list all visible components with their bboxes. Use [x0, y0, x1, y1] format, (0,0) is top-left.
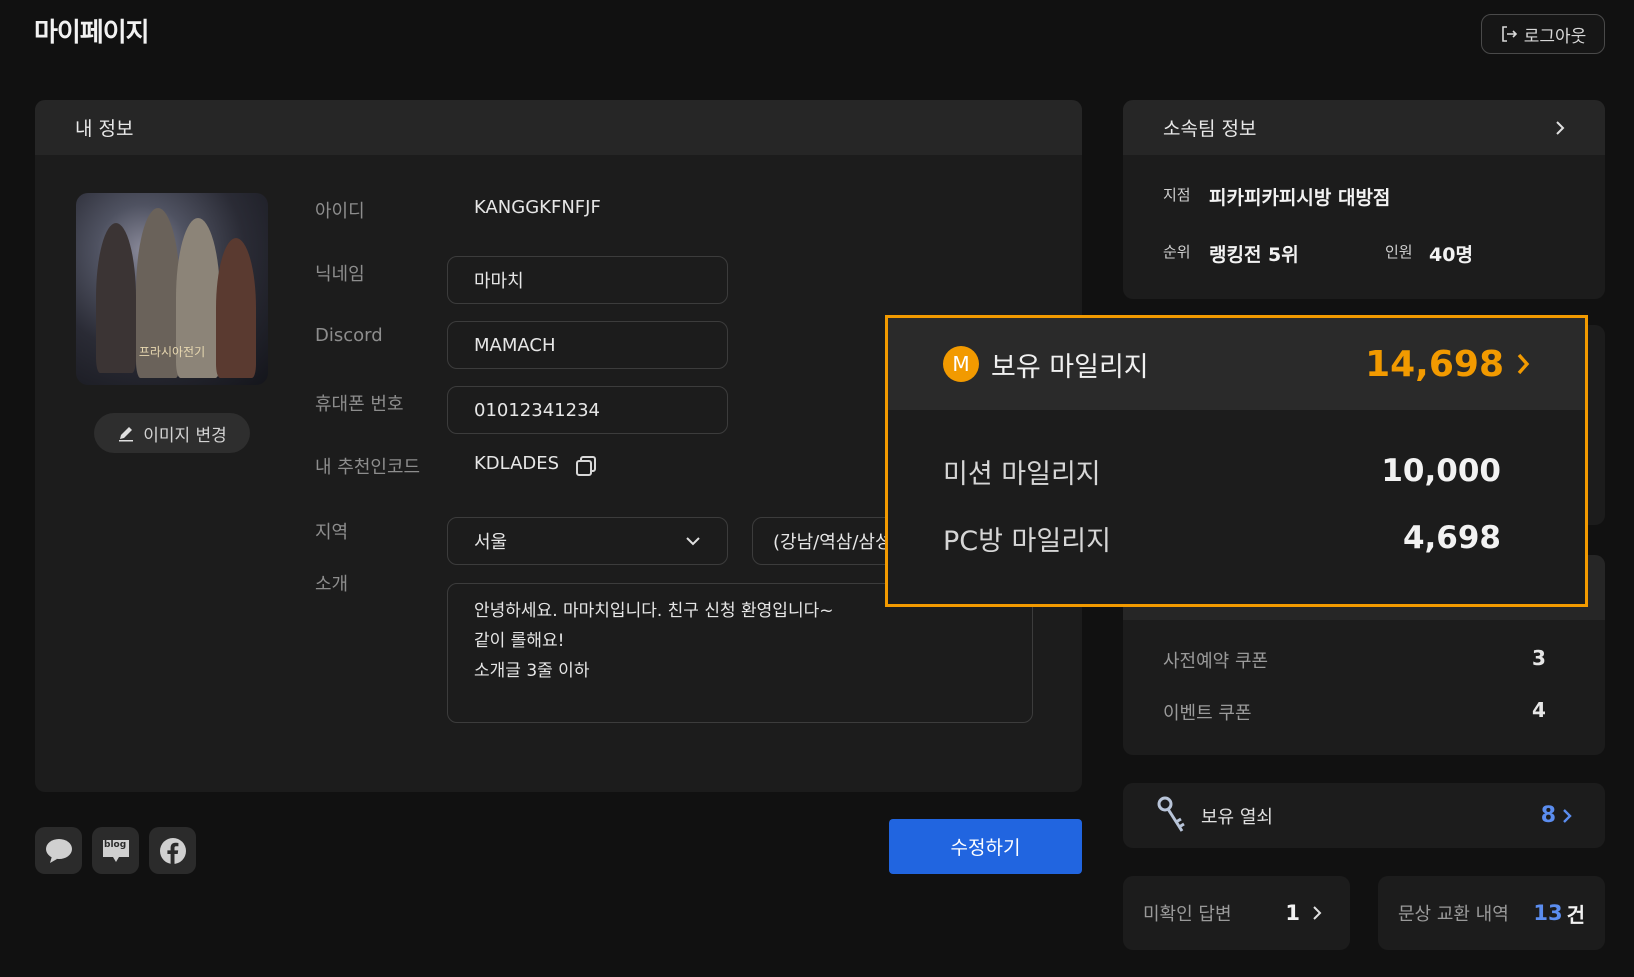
region-select[interactable]: 서울 — [447, 517, 728, 565]
avatar[interactable]: 프라시아전기 — [76, 193, 268, 385]
my-info-title: 내 정보 — [35, 100, 1082, 155]
logout-icon — [1501, 26, 1517, 42]
branch-value: 피카피카피시방 대방점 — [1209, 187, 1391, 209]
mileage-row: 미션 마일리지 10,000 — [888, 410, 1585, 520]
image-change-button[interactable]: 이미지 변경 — [94, 413, 250, 453]
mileage-row-label: 미션 마일리지 — [943, 458, 1101, 490]
mileage-total: 14,698 — [1365, 343, 1504, 385]
branch-label: 지점 — [1163, 186, 1191, 204]
team-header[interactable]: 소속팀 정보 — [1123, 100, 1605, 155]
chevron-right-icon — [1313, 906, 1322, 920]
phone-label: 휴대폰 번호 — [315, 394, 404, 415]
unconfirmed-label: 미확인 답변 — [1143, 904, 1232, 925]
chevron-right-icon — [1517, 353, 1530, 375]
blog-button[interactable]: blog — [92, 827, 139, 874]
facebook-icon — [159, 837, 186, 864]
rank-label: 순위 — [1163, 243, 1191, 261]
members-label: 인원 — [1385, 243, 1413, 261]
logout-button[interactable]: 로그아웃 — [1481, 14, 1605, 54]
keys-value: 8 — [1540, 803, 1556, 828]
id-label: 아이디 — [315, 201, 365, 222]
coupon-row-value: 3 — [1532, 646, 1546, 670]
copy-icon[interactable] — [574, 454, 598, 478]
mileage-row-value: 4,698 — [1402, 520, 1501, 556]
chevron-down-icon — [686, 537, 700, 546]
intro-line-2: 같이 롤해요! — [474, 631, 565, 651]
chat-icon — [45, 838, 72, 863]
logout-label: 로그아웃 — [1523, 26, 1587, 47]
facebook-button[interactable] — [149, 827, 196, 874]
subregion-select-value: (강남/역삼/삼성 — [773, 532, 892, 553]
mileage-title: 보유 마일리지 — [991, 351, 1149, 383]
discord-input[interactable]: MAMACH — [447, 321, 728, 369]
mileage-row-label: PC방 마일리지 — [943, 525, 1111, 557]
exchange-label: 문상 교환 내역 — [1398, 904, 1509, 925]
mileage-header[interactable]: M 보유 마일리지 14,698 — [888, 318, 1585, 410]
coupon-row-label: 사전예약 쿠폰 — [1163, 651, 1269, 672]
mileage-panel: M 보유 마일리지 14,698 미션 마일리지 10,000 PC방 마일리지… — [885, 315, 1588, 607]
coupon-row-label: 이벤트 쿠폰 — [1163, 703, 1252, 724]
mileage-coin-icon: M — [943, 346, 979, 382]
page-title: 마이페이지 — [34, 18, 150, 48]
phone-input[interactable]: 01012341234 — [447, 386, 728, 434]
rank-value: 랭킹전 5위 — [1209, 244, 1299, 266]
intro-line-3: 소개글 3줄 이하 — [474, 661, 590, 681]
image-change-label: 이미지 변경 — [143, 425, 227, 446]
keys-label: 보유 열쇠 — [1201, 806, 1273, 828]
region-select-value: 서울 — [474, 532, 508, 553]
pencil-icon — [119, 427, 134, 442]
nickname-input[interactable]: 마마치 — [447, 256, 728, 304]
region-label: 지역 — [315, 522, 349, 543]
coupon-row-value: 4 — [1532, 698, 1546, 722]
chevron-right-icon — [1563, 808, 1572, 823]
key-icon — [1157, 796, 1185, 832]
exchange-value: 13 — [1533, 901, 1563, 925]
discord-label: Discord — [315, 325, 383, 346]
team-title: 소속팀 정보 — [1163, 118, 1257, 140]
referral-value: KDLADES — [474, 453, 560, 474]
intro-label: 소개 — [315, 574, 349, 595]
chat-button[interactable] — [35, 827, 82, 874]
mileage-row: PC방 마일리지 4,698 — [888, 520, 1585, 557]
referral-label: 내 추천인코드 — [315, 457, 421, 478]
chevron-right-icon — [1556, 120, 1565, 135]
keys-card[interactable]: 보유 열쇠 8 — [1123, 783, 1605, 848]
avatar-logo-text: 프라시아전기 — [138, 345, 206, 359]
exchange-unit: 건 — [1566, 902, 1585, 927]
exchange-history-card[interactable]: 문상 교환 내역 13 건 — [1378, 876, 1605, 950]
nickname-label: 닉네임 — [315, 264, 365, 285]
id-value: KANGGKFNFJF — [474, 197, 601, 218]
members-value: 40명 — [1429, 244, 1473, 266]
unconfirmed-value: 1 — [1285, 901, 1300, 925]
edit-button[interactable]: 수정하기 — [889, 819, 1082, 874]
unconfirmed-answers-card[interactable]: 미확인 답변 1 — [1123, 876, 1350, 950]
team-card: 소속팀 정보 지점 피카피카피시방 대방점 순위 랭킹전 5위 인원 40명 — [1123, 100, 1605, 299]
blog-icon-text: blog — [104, 840, 127, 850]
mileage-row-value: 10,000 — [1381, 453, 1501, 489]
